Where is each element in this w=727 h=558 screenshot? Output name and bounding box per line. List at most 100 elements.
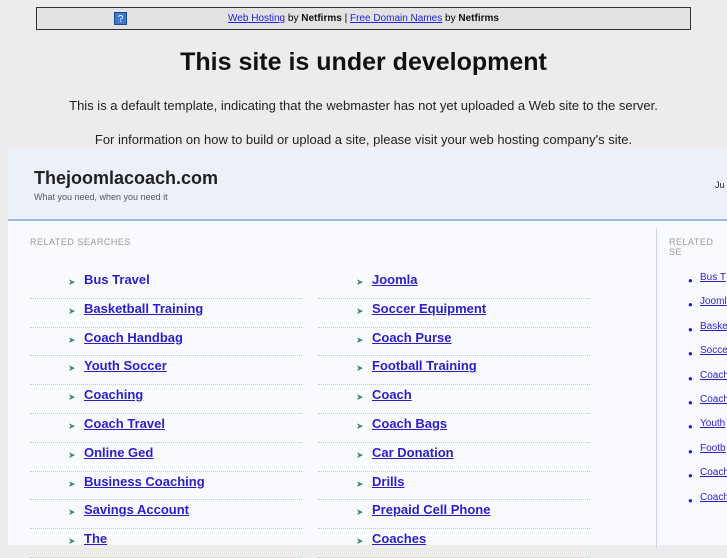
list-item: ➤ Savings Account <box>30 500 302 530</box>
search-link[interactable]: Prepaid Cell Phone <box>372 502 490 517</box>
side-link[interactable]: Socce <box>700 345 727 356</box>
search-link[interactable]: Business Coaching <box>84 474 205 489</box>
netfirms-brand: Netfirms <box>301 13 342 24</box>
separator: | <box>344 13 348 24</box>
web-hosting-link[interactable]: Web Hosting <box>228 13 285 24</box>
side-link[interactable]: Baske <box>700 321 727 332</box>
site-header: Thejoomlacoach.com What you need, when y… <box>8 148 727 221</box>
side-link[interactable]: Coach <box>700 370 727 381</box>
bullet-icon: ● <box>688 349 693 359</box>
search-link[interactable]: Basketball Training <box>84 301 203 316</box>
arrow-icon: ➤ <box>356 277 364 287</box>
info-text: This is a default template, indicating t… <box>69 98 658 113</box>
arrow-icon: ➤ <box>68 305 76 316</box>
header-right-text: Ju <box>715 180 725 190</box>
list-item: ➤ Joomla <box>318 270 590 299</box>
arrow-icon: ➤ <box>356 420 364 431</box>
side-link[interactable]: Coach <box>700 492 727 503</box>
arrow-icon: ➤ <box>68 478 76 489</box>
search-link[interactable]: Bus Travel <box>84 272 150 287</box>
info-text-2: For information on how to build or uploa… <box>94 132 633 147</box>
search-link[interactable]: Football Training <box>372 358 477 373</box>
arrow-icon: ➤ <box>356 334 364 345</box>
list-item: ➤ Basketball Training <box>30 299 302 328</box>
search-link[interactable]: Savings Account <box>84 502 189 517</box>
list-item: ➤ Car Donation <box>318 443 590 472</box>
list-item: ➤ Bus Travel <box>30 270 302 299</box>
list-item: ➤ Soccer Equipment <box>318 299 590 328</box>
arrow-icon: ➤ <box>68 449 76 460</box>
by-text: by <box>445 13 456 24</box>
bullet-icon: ● <box>688 471 693 481</box>
bullet-icon: ● <box>688 373 693 383</box>
side-related-label: RELATED SE <box>669 237 714 257</box>
search-link[interactable]: Coach Handbag <box>84 330 183 345</box>
side-link[interactable]: Footb <box>700 443 726 454</box>
search-link[interactable]: Coach Bags <box>372 416 447 431</box>
list-item: ➤ Youth Soccer <box>30 356 302 386</box>
divider <box>656 228 657 548</box>
site-tagline: What you need, when you need it <box>34 192 168 202</box>
arrow-icon: ➤ <box>68 392 76 403</box>
arrow-icon: ➤ <box>356 449 364 460</box>
list-item: ➤ Coaching <box>30 385 302 414</box>
page-title: This site is under development <box>180 48 547 76</box>
list-item: ➤ Football Training <box>318 356 590 386</box>
bullet-icon: ● <box>688 324 693 334</box>
list-item: ➤ Coach Travel <box>30 414 302 443</box>
list-item: ➤ Prepaid Cell Phone <box>318 500 590 530</box>
side-link[interactable]: Youth <box>700 418 725 429</box>
list-item: ➤ Coach Bags <box>318 414 590 443</box>
search-link[interactable]: Joomla <box>372 272 418 287</box>
search-link[interactable]: Soccer Equipment <box>372 301 486 316</box>
arrow-icon: ➤ <box>356 478 364 489</box>
bullet-icon: ● <box>688 446 693 456</box>
arrow-icon: ➤ <box>68 420 76 431</box>
arrow-icon: ➤ <box>356 363 364 374</box>
free-domain-link[interactable]: Free Domain Names <box>350 13 442 24</box>
list-item: ➤ Online Ged <box>30 443 302 472</box>
side-link[interactable]: Coach <box>700 394 727 405</box>
side-link[interactable]: Bus T <box>700 272 726 283</box>
arrow-icon: ➤ <box>356 536 364 547</box>
bullet-icon: ● <box>688 276 693 285</box>
list-item: ➤ Coach <box>318 385 590 414</box>
search-link[interactable]: Coach <box>372 387 412 402</box>
list-item: ➤ The <box>30 529 302 558</box>
list-item: ➤ Business Coaching <box>30 472 302 501</box>
search-link[interactable]: Drills <box>372 474 405 489</box>
arrow-icon: ➤ <box>68 277 76 287</box>
arrow-icon: ➤ <box>68 334 76 345</box>
side-link[interactable]: Jooml <box>700 296 727 307</box>
help-icon[interactable]: ? <box>114 12 127 25</box>
search-link[interactable]: Car Donation <box>372 445 454 460</box>
bullet-icon: ● <box>688 495 693 505</box>
arrow-icon: ➤ <box>356 392 364 403</box>
search-link[interactable]: Coaches <box>372 531 426 546</box>
bullet-icon: ● <box>688 422 693 432</box>
bullet-icon: ● <box>688 300 693 310</box>
search-link[interactable]: Coach Travel <box>84 416 165 431</box>
arrow-icon: ➤ <box>68 507 76 518</box>
search-link[interactable]: Online Ged <box>84 445 153 460</box>
side-link[interactable]: Coach <box>700 467 727 478</box>
arrow-icon: ➤ <box>356 305 364 316</box>
bullet-icon: ● <box>688 397 693 407</box>
netfirms-brand: Netfirms <box>458 13 499 24</box>
search-link[interactable]: Coach Purse <box>372 330 451 345</box>
related-searches-label: RELATED SEARCHES <box>30 237 131 247</box>
list-item: ➤ Coach Purse <box>318 328 590 357</box>
list-item: ➤ Coach Handbag <box>30 328 302 357</box>
search-link[interactable]: Coaching <box>84 387 143 402</box>
arrow-icon: ➤ <box>68 536 76 547</box>
list-item: ➤ Coaches <box>318 529 590 558</box>
search-link[interactable]: Youth Soccer <box>84 358 167 373</box>
site-name[interactable]: Thejoomlacoach.com <box>34 168 218 189</box>
search-link[interactable]: The <box>84 531 107 546</box>
arrow-icon: ➤ <box>356 507 364 518</box>
arrow-icon: ➤ <box>68 363 76 374</box>
parked-page-frame: Thejoomlacoach.com What you need, when y… <box>8 148 727 558</box>
netfirms-banner: ? Web Hosting by Netfirms | Free Domain … <box>36 7 691 30</box>
by-text: by <box>287 13 299 24</box>
left-links: ➤ Bus Travel ➤ Basketball Training ➤ Coach Ha… <box>30 270 302 558</box>
